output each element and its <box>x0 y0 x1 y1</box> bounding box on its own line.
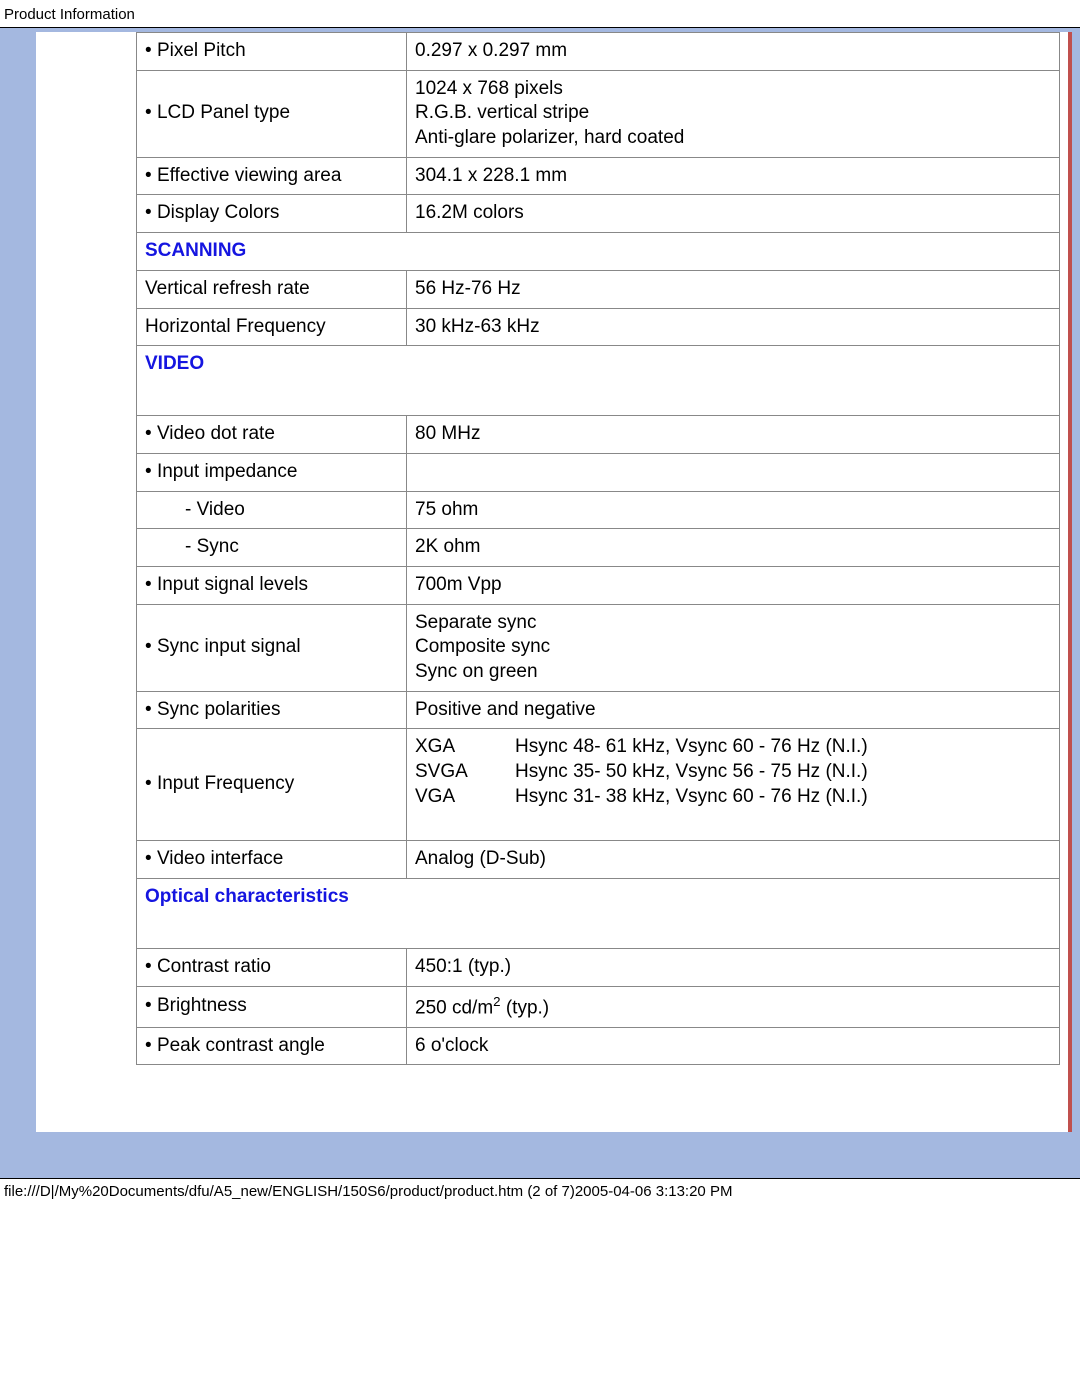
section-row: SCANNING <box>137 233 1060 271</box>
spec-value: Separate sync Composite sync Sync on gre… <box>407 604 1060 691</box>
spec-label: Horizontal Frequency <box>137 308 407 346</box>
table-row: Vertical refresh rate 56 Hz-76 Hz <box>137 270 1060 308</box>
spec-value: 1024 x 768 pixels R.G.B. vertical stripe… <box>407 70 1060 157</box>
spec-label: Video dot rate <box>137 416 407 454</box>
spec-value: Positive and negative <box>407 691 1060 729</box>
spec-label: Sync polarities <box>137 691 407 729</box>
spec-label: Contrast ratio <box>137 948 407 986</box>
section-row: Optical characteristics <box>137 878 1060 948</box>
spec-value: 6 o'clock <box>407 1027 1060 1065</box>
table-row: Brightness 250 cd/m2 (typ.) <box>137 986 1060 1027</box>
content-frame: Pixel Pitch 0.297 x 0.297 mm LCD Panel t… <box>0 27 1080 1179</box>
table-row: Video interface Analog (D-Sub) <box>137 841 1060 879</box>
spec-value: 16.2M colors <box>407 195 1060 233</box>
table-row: Video dot rate 80 MHz <box>137 416 1060 454</box>
scanning-heading: SCANNING <box>145 240 246 261</box>
spec-value: 75 ohm <box>407 491 1060 529</box>
spec-value: 0.297 x 0.297 mm <box>407 33 1060 71</box>
blue-margin: Pixel Pitch 0.297 x 0.297 mm LCD Panel t… <box>0 28 1080 1178</box>
spec-label: - Sync <box>137 529 407 567</box>
page-title: Product Information <box>0 0 1080 27</box>
spec-value: 80 MHz <box>407 416 1060 454</box>
spec-label: Brightness <box>137 986 407 1027</box>
table-row: Input Frequency XGAHsync 48- 61 kHz, Vsy… <box>137 729 1060 841</box>
table-row: Horizontal Frequency 30 kHz-63 kHz <box>137 308 1060 346</box>
table-row: - Sync 2K ohm <box>137 529 1060 567</box>
spec-value: XGAHsync 48- 61 kHz, Vsync 60 - 76 Hz (N… <box>407 729 1060 841</box>
spec-value: 56 Hz-76 Hz <box>407 270 1060 308</box>
table-row: - Video 75 ohm <box>137 491 1060 529</box>
spec-label: Input signal levels <box>137 566 407 604</box>
footer-path: file:///D|/My%20Documents/dfu/A5_new/ENG… <box>0 1179 1080 1206</box>
spec-value: Analog (D-Sub) <box>407 841 1060 879</box>
table-row: Sync polarities Positive and negative <box>137 691 1060 729</box>
table-row: Contrast ratio 450:1 (typ.) <box>137 948 1060 986</box>
spec-label: Input impedance <box>137 453 407 491</box>
table-row: Pixel Pitch 0.297 x 0.297 mm <box>137 33 1060 71</box>
table-row: Peak contrast angle 6 o'clock <box>137 1027 1060 1065</box>
table-row: Display Colors 16.2M colors <box>137 195 1060 233</box>
table-row: LCD Panel type 1024 x 768 pixels R.G.B. … <box>137 70 1060 157</box>
spec-label: Vertical refresh rate <box>137 270 407 308</box>
spec-value: 700m Vpp <box>407 566 1060 604</box>
video-heading: VIDEO <box>145 353 204 374</box>
table-row: Input signal levels 700m Vpp <box>137 566 1060 604</box>
table-row: Effective viewing area 304.1 x 228.1 mm <box>137 157 1060 195</box>
section-row: VIDEO <box>137 346 1060 416</box>
spec-label: Effective viewing area <box>137 157 407 195</box>
table-row: Input impedance <box>137 453 1060 491</box>
scrollbar-indicator <box>1068 32 1072 1132</box>
spec-value: 450:1 (typ.) <box>407 948 1060 986</box>
spec-label: Display Colors <box>137 195 407 233</box>
spec-label: Pixel Pitch <box>137 33 407 71</box>
spec-label: Input Frequency <box>137 729 407 841</box>
spec-table: Pixel Pitch 0.297 x 0.297 mm LCD Panel t… <box>136 32 1060 1065</box>
spec-value: 30 kHz-63 kHz <box>407 308 1060 346</box>
table-row: Sync input signal Separate sync Composit… <box>137 604 1060 691</box>
spec-label: - Video <box>137 491 407 529</box>
spec-label: LCD Panel type <box>137 70 407 157</box>
spec-label: Sync input signal <box>137 604 407 691</box>
spec-value: 250 cd/m2 (typ.) <box>407 986 1060 1027</box>
spec-value: 2K ohm <box>407 529 1060 567</box>
spec-label: Peak contrast angle <box>137 1027 407 1065</box>
spec-value <box>407 453 1060 491</box>
optical-heading: Optical characteristics <box>145 886 349 907</box>
content-area: Pixel Pitch 0.297 x 0.297 mm LCD Panel t… <box>36 32 1072 1132</box>
spec-value: 304.1 x 228.1 mm <box>407 157 1060 195</box>
spec-label: Video interface <box>137 841 407 879</box>
